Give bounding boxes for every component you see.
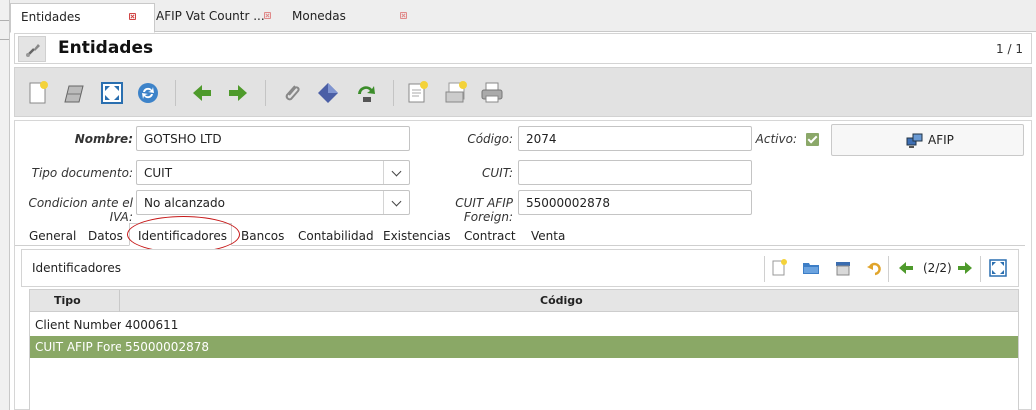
tab-label: Monedas <box>292 9 346 23</box>
archive-icon[interactable] <box>443 80 469 106</box>
undo-icon[interactable] <box>866 259 884 277</box>
condicion-iva-label: Condicion ante el IVA: <box>28 196 133 224</box>
close-icon[interactable] <box>129 13 136 20</box>
new-row-icon[interactable] <box>770 259 788 277</box>
tab-venta[interactable]: Venta <box>531 229 565 243</box>
nombre-field[interactable]: GOTSHO LTD <box>136 126 410 151</box>
table-row[interactable]: Client Number 4000611 <box>30 314 1018 336</box>
cuit-label: CUIT: <box>482 166 513 180</box>
tipo-documento-label: Tipo documento: <box>31 166 133 180</box>
toolbar-separator <box>175 80 176 106</box>
tipo-documento-select[interactable]: CUIT <box>136 160 410 185</box>
main-toolbar <box>14 67 1032 117</box>
scroll-notch <box>0 20 9 40</box>
column-header-codigo[interactable]: Código <box>540 294 583 307</box>
activo-label: Activo: <box>755 132 797 146</box>
network-computers-icon <box>906 133 924 152</box>
tab-monedas[interactable]: Monedas <box>282 3 412 32</box>
column-header-tipo[interactable]: Tipo <box>54 294 81 307</box>
left-scroll-strip <box>0 0 10 410</box>
activo-checkbox[interactable] <box>806 133 819 146</box>
next-record-icon[interactable] <box>956 259 974 277</box>
forward-arrow-icon[interactable] <box>225 80 251 106</box>
cuit-afip-foreign-label: CUIT AFIP Foreign: <box>455 196 513 224</box>
codigo-field[interactable]: 2074 <box>518 126 752 151</box>
cell-tipo: CUIT AFIP Forei <box>35 340 121 354</box>
prev-record-icon[interactable] <box>897 259 915 277</box>
new-record-icon[interactable] <box>25 80 51 106</box>
grid-header: Tipo Código <box>30 290 1018 312</box>
tab-entidades[interactable]: Entidades <box>10 3 155 33</box>
afip-button[interactable]: AFIP <box>831 124 1024 156</box>
record-navigation-text: (2/2) <box>923 261 952 275</box>
entity-form: Nombre: GOTSHO LTD Código: 2074 Activo: … <box>14 120 1032 410</box>
chevron-down-icon[interactable] <box>383 191 409 214</box>
zoom-icon[interactable] <box>315 80 341 106</box>
table-row-selected[interactable]: CUIT AFIP Forei 55000002878 <box>30 336 1018 358</box>
copy-record-icon[interactable] <box>61 80 87 106</box>
panel-separator <box>764 256 765 282</box>
panel-separator <box>888 256 889 282</box>
fullscreen-icon[interactable] <box>99 80 125 106</box>
tab-afip-vat-countries[interactable]: AFIP Vat Countr ... <box>146 3 282 32</box>
tab-contabilidad[interactable]: Contabilidad <box>298 229 374 243</box>
close-icon[interactable] <box>400 12 407 19</box>
back-arrow-icon[interactable] <box>189 80 215 106</box>
cuit-afip-foreign-field[interactable]: 55000002878 <box>518 190 752 215</box>
attachment-icon[interactable] <box>279 80 305 106</box>
window-title-bar: Entidades 1 / 1 <box>14 33 1032 64</box>
identificadores-grid: Tipo Código Client Number 4000611 CUIT A… <box>29 289 1019 410</box>
toolbar-separator <box>393 80 394 106</box>
cell-tipo: Client Number <box>35 318 121 332</box>
chevron-down-icon[interactable] <box>383 161 409 184</box>
toolbar-separator <box>265 80 266 106</box>
close-icon[interactable] <box>264 12 271 19</box>
record-counter: 1 / 1 <box>996 42 1023 56</box>
condicion-iva-value: No alcanzado <box>144 196 225 210</box>
report-icon[interactable] <box>405 80 431 106</box>
open-folder-icon[interactable] <box>802 259 820 277</box>
cell-codigo: 4000611 <box>125 318 179 332</box>
tab-label: Entidades <box>21 10 81 24</box>
panel-separator <box>980 256 981 282</box>
tab-bancos[interactable]: Bancos <box>241 229 284 243</box>
tab-bar: Entidades AFIP Vat Countr ... Monedas <box>10 0 1036 33</box>
condicion-iva-select[interactable]: No alcanzado <box>136 190 410 215</box>
identificadores-panel: Identificadores (2/2) <box>21 249 1019 287</box>
codigo-label: Código: <box>467 132 513 146</box>
tipo-documento-value: CUIT <box>144 166 173 180</box>
refresh-icon[interactable] <box>135 80 161 106</box>
tab-datos[interactable]: Datos <box>88 229 123 243</box>
delete-row-icon[interactable] <box>834 259 852 277</box>
settings-tool-icon <box>18 36 46 62</box>
process-icon[interactable] <box>353 80 379 106</box>
column-divider[interactable] <box>119 290 120 312</box>
afip-button-label: AFIP <box>928 133 954 147</box>
tab-contract[interactable]: Contract <box>464 229 516 243</box>
cuit-field[interactable] <box>518 160 752 185</box>
page-title: Entidades <box>58 38 154 58</box>
tab-existencias[interactable]: Existencias <box>383 229 451 243</box>
cell-codigo: 55000002878 <box>125 340 209 354</box>
print-icon[interactable] <box>479 80 505 106</box>
panel-title: Identificadores <box>32 261 121 275</box>
tab-general[interactable]: General <box>29 229 76 243</box>
highlight-annotation <box>127 216 240 253</box>
tab-label: AFIP Vat Countr ... <box>156 9 265 23</box>
nombre-label: Nombre: <box>74 132 133 146</box>
fullscreen-icon[interactable] <box>989 259 1007 277</box>
